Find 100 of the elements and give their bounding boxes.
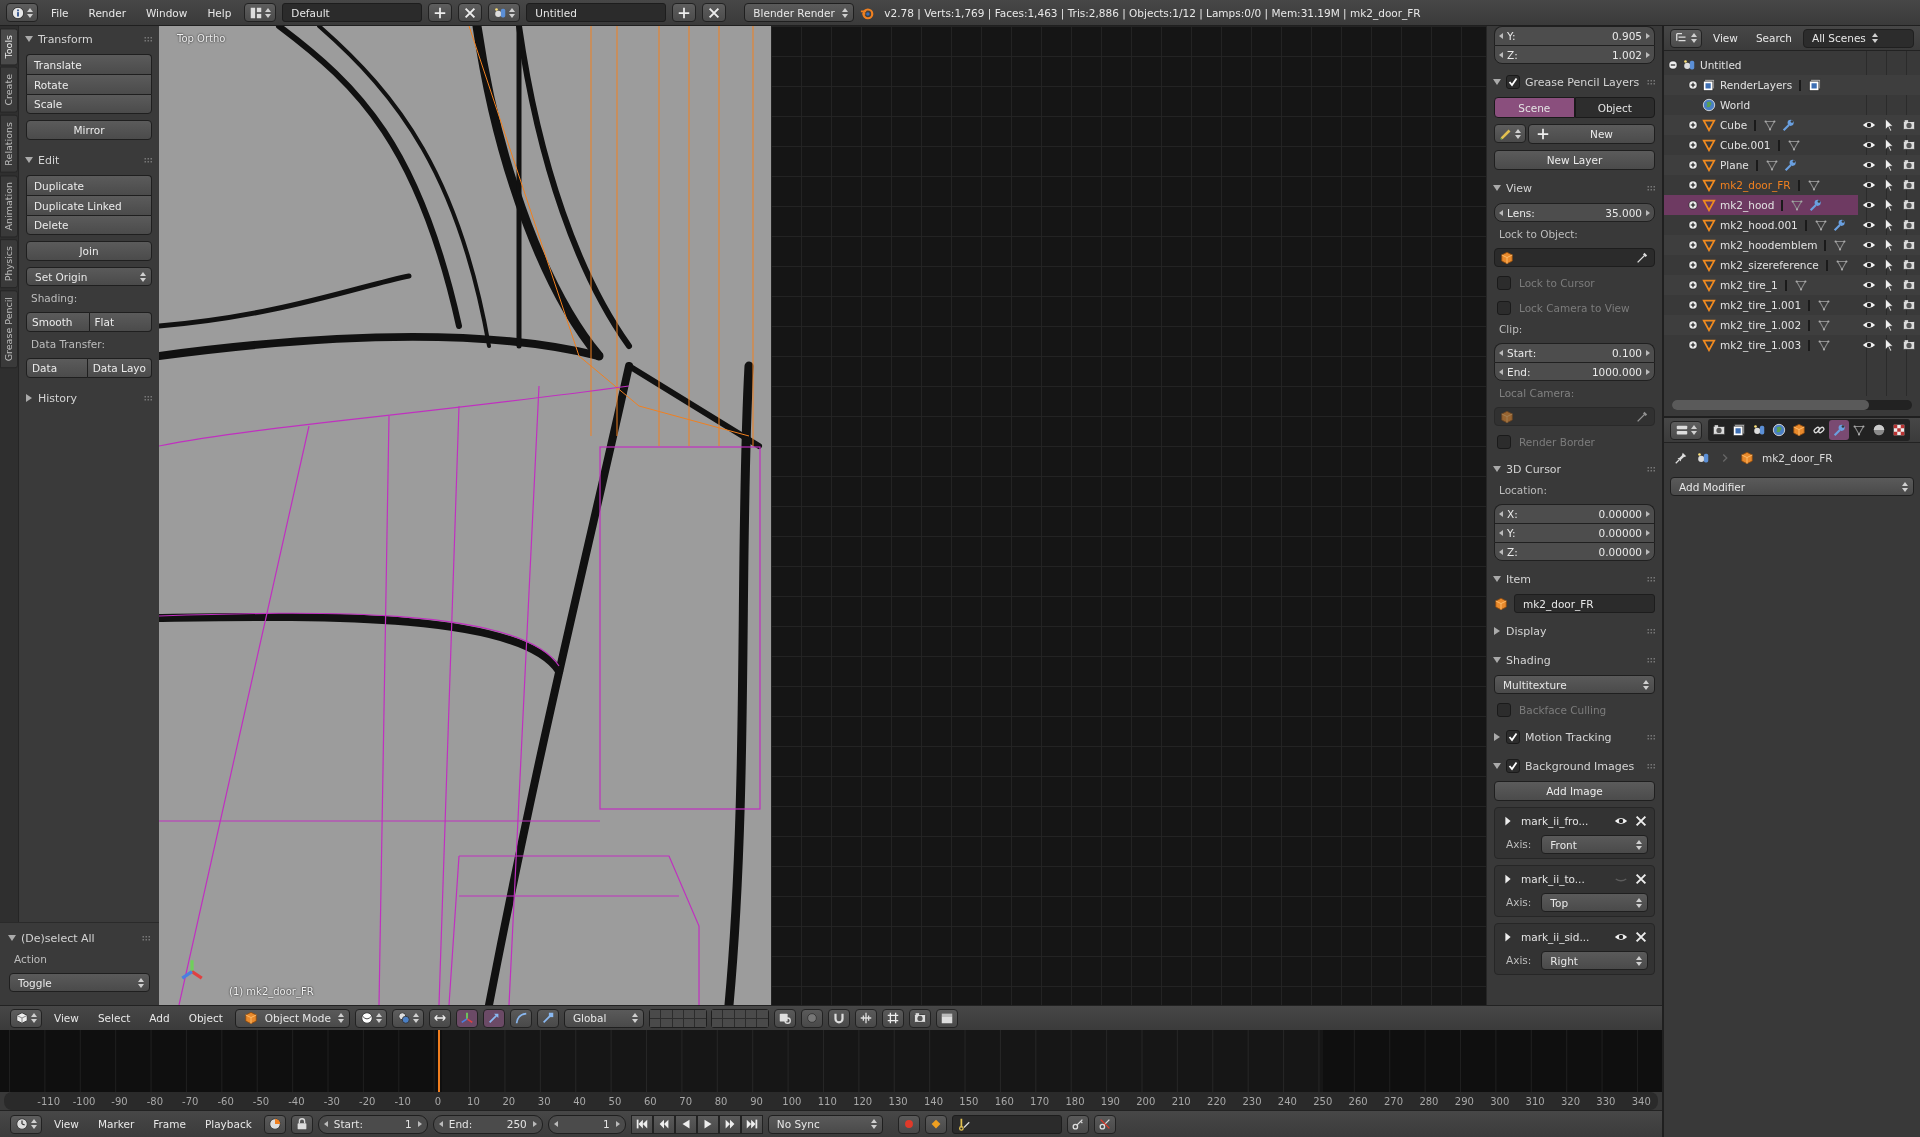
scene-field[interactable]: Untitled [526,3,667,22]
expanded-triangle-icon[interactable] [1493,78,1501,86]
expand-icon[interactable] [1688,340,1698,350]
grip-icon[interactable] [144,395,153,401]
playback-button[interactable] [674,1114,697,1134]
grip-icon[interactable] [1647,185,1656,191]
toolbar-button[interactable] [1093,1114,1116,1134]
playback-button[interactable] [652,1114,675,1134]
panel-title[interactable]: Edit [38,153,60,167]
checkbox[interactable] [1506,75,1520,89]
playback-button[interactable] [718,1114,741,1134]
checkbox[interactable] [1506,759,1520,773]
camera-icon[interactable] [1902,338,1916,352]
camera-icon[interactable] [1902,118,1916,132]
collapsed-triangle-icon[interactable] [1493,627,1501,635]
lock-button[interactable] [290,1114,313,1134]
tool-button[interactable]: Smooth [26,312,90,332]
grip-icon[interactable] [1647,657,1656,663]
pointer-icon[interactable] [1882,338,1896,352]
panel-title[interactable]: (De)select All [21,931,95,945]
toolbar-button[interactable] [509,1008,532,1028]
button[interactable]: Join [26,241,152,261]
camera-icon[interactable] [1902,238,1916,252]
camera-icon[interactable] [1902,318,1916,332]
outliner-row[interactable]: mk2_sizereference [1664,255,1920,275]
outliner-row[interactable]: Untitled [1664,55,1920,75]
button[interactable]: Add Image [1494,781,1655,801]
expand-icon[interactable] [1688,120,1698,130]
pointer-icon[interactable] [1882,138,1896,152]
button[interactable]: Mirror [26,120,152,140]
manipulator-toggle-button[interactable] [428,1008,451,1028]
grip-icon[interactable] [1647,79,1656,85]
number-field[interactable]: 1 [547,1114,626,1134]
menu-item[interactable]: Frame [146,1116,193,1132]
number-field[interactable]: End: 1000.000 [1494,362,1655,381]
expanded-triangle-icon[interactable] [25,35,33,43]
vertical-tab[interactable]: Tools [0,28,18,66]
pointer-icon[interactable] [1882,318,1896,332]
grip-icon[interactable] [1647,628,1656,634]
expand-icon[interactable] [1688,220,1698,230]
panel-title[interactable]: View [1506,181,1533,195]
pointer-icon[interactable] [1882,298,1896,312]
panel-title[interactable]: Shading [1506,653,1551,667]
outliner-row[interactable]: mk2_tire_1.003 [1664,335,1920,355]
axis-dropdown[interactable]: Front [1541,835,1648,854]
browse-button[interactable] [244,3,277,22]
editor-type-button[interactable] [1670,28,1702,48]
outliner-row[interactable]: mk2_hood.001 [1664,215,1920,235]
pointer-icon[interactable] [1882,158,1896,172]
menu-item[interactable]: Window [138,4,195,21]
grip-icon[interactable] [1647,466,1656,472]
pointer-icon[interactable] [1882,198,1896,212]
grip-icon[interactable] [142,935,151,941]
display-mode-dropdown[interactable]: All Scenes [1803,28,1914,48]
panel-title[interactable]: Transform [38,32,93,46]
dropdown[interactable]: Set Origin [26,267,152,286]
tool-button[interactable]: Delete [26,215,152,235]
expand-icon[interactable] [1688,200,1698,210]
panel-title[interactable]: Display [1506,624,1547,638]
number-field[interactable]: Z: 0.00000 [1494,542,1655,561]
close-icon[interactable] [1634,930,1648,944]
grip-icon[interactable] [1647,576,1656,582]
editor-type-button[interactable] [6,3,38,22]
pencil-dropdown-button[interactable] [1494,124,1526,143]
panel-title[interactable]: Grease Pencil Layers [1525,75,1640,89]
collapsed-triangle-icon[interactable] [25,394,33,402]
outliner-row[interactable]: Cube [1664,115,1920,135]
sync-dropdown[interactable]: No Sync [767,1114,883,1134]
outliner-row[interactable]: World [1664,95,1920,115]
playback-button[interactable] [696,1114,719,1134]
panel-title[interactable]: 3D Cursor [1506,462,1562,476]
toolbar-button[interactable] [881,1008,904,1028]
toolbar-button[interactable] [935,1008,958,1028]
tool-button[interactable]: Flat [89,312,152,332]
menu-item[interactable]: Select [90,1010,138,1026]
camera-icon[interactable] [1902,178,1916,192]
axis-dropdown[interactable]: Right [1541,951,1648,970]
tool-button[interactable]: Data Layo [87,358,152,378]
editor-type-button[interactable] [10,1114,42,1134]
close-icon[interactable] [1634,814,1648,828]
expanded-triangle-icon[interactable] [1493,184,1501,192]
expand-icon[interactable] [1688,300,1698,310]
collapse-icon[interactable] [1668,60,1678,70]
dropdown[interactable]: Multitexture [1494,675,1655,694]
pointer-icon[interactable] [1882,258,1896,272]
tool-button[interactable]: Duplicate Linked [26,195,152,215]
button[interactable]: New Layer [1494,150,1655,170]
tab[interactable]: Scene [1494,97,1575,118]
editor-type-button[interactable] [10,1008,42,1028]
menu-item[interactable]: Search [1748,30,1799,46]
image-name[interactable]: mark_ii_to... [1521,873,1608,885]
number-field[interactable]: End: 250 [432,1114,543,1134]
expanded-triangle-icon[interactable] [1493,656,1501,664]
menu-item[interactable]: Object [181,1010,230,1026]
pointer-icon[interactable] [1882,178,1896,192]
editor-type-button[interactable] [1670,420,1702,440]
browse-button[interactable] [488,3,521,22]
axis-dropdown[interactable]: Top [1541,893,1648,912]
toolbar-button[interactable] [827,1008,850,1028]
pin-icon[interactable] [1674,451,1688,465]
